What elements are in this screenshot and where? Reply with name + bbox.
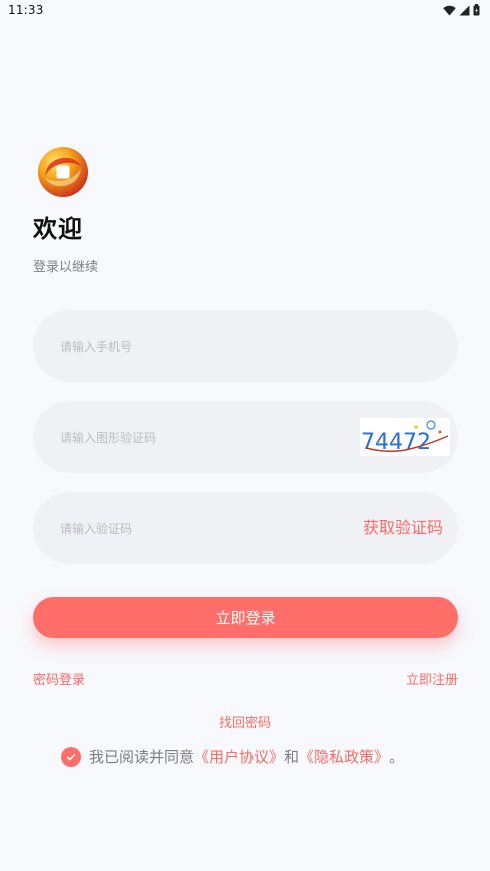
- get-code-button[interactable]: 获取验证码: [363, 492, 443, 564]
- page-title: 欢迎: [33, 215, 83, 243]
- agreement-checkbox[interactable]: [61, 746, 81, 767]
- battery-icon: [473, 4, 480, 16]
- login-button[interactable]: 立即登录: [33, 597, 458, 638]
- sms-code-input[interactable]: [58, 492, 342, 566]
- wifi-icon: [443, 5, 456, 16]
- phone-input[interactable]: [58, 310, 342, 384]
- captcha-field-container: 74472: [33, 401, 458, 475]
- agreement-row: 我已阅读并同意 《用户协议》 和 《隐私政策》 。: [61, 746, 404, 767]
- agreement-prefix: 我已阅读并同意: [89, 748, 195, 766]
- captcha-input[interactable]: [58, 401, 342, 475]
- captcha-image[interactable]: 74472: [360, 418, 450, 456]
- check-icon: [66, 753, 76, 760]
- user-agreement-link[interactable]: 《用户协议》: [194, 746, 284, 767]
- brand-logo: [37, 146, 89, 198]
- sms-code-field-container: 获取验证码: [33, 492, 458, 566]
- agreement-suffix: 。: [389, 748, 405, 766]
- privacy-policy-link[interactable]: 《隐私政策》: [299, 746, 389, 767]
- page-subtitle: 登录以继续: [33, 260, 99, 275]
- status-time: 11:33: [8, 3, 44, 17]
- register-link[interactable]: 立即注册: [406, 669, 458, 688]
- forgot-password-link[interactable]: 找回密码: [0, 712, 490, 731]
- signal-icon: [459, 5, 470, 16]
- status-icons: [443, 4, 480, 16]
- password-login-link[interactable]: 密码登录: [33, 669, 85, 688]
- phone-field-container: [33, 310, 458, 384]
- agreement-and: 和: [284, 748, 300, 766]
- status-bar: 11:33: [0, 0, 490, 22]
- login-screen: 11:33 欢迎 登录以继续 请输入手机号 请输入图形验证码 74472 请输入…: [0, 0, 490, 871]
